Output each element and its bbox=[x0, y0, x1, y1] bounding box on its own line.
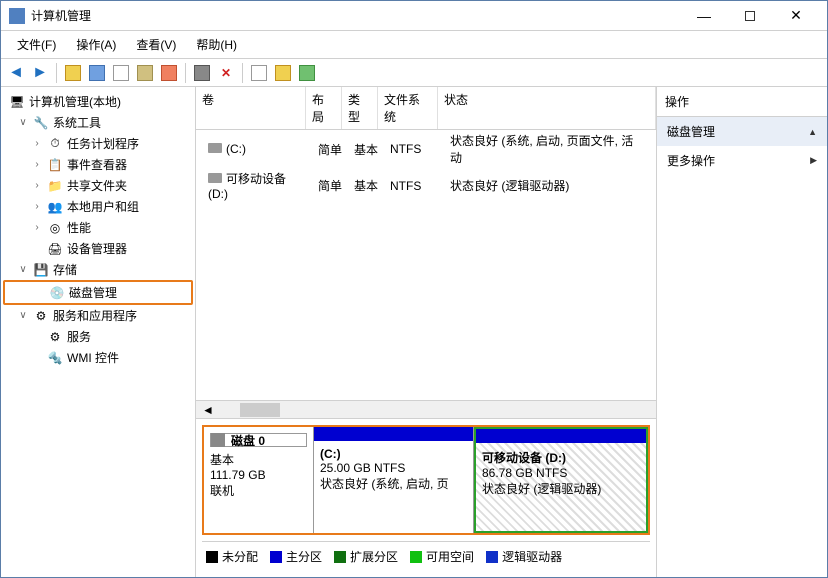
volume-list-spacer bbox=[196, 203, 656, 400]
disk-row: 磁盘 0 基本 111.79 GB 联机 (C:) 25.00 GB NTFS … bbox=[202, 425, 650, 535]
toolbar-icon-3[interactable] bbox=[110, 62, 132, 84]
legend-unallocated: 未分配 bbox=[206, 548, 258, 565]
legend-free: 可用空间 bbox=[410, 548, 474, 565]
minimize-button[interactable]: — bbox=[681, 2, 727, 30]
body: 🖥计算机管理(本地) ∨🔧系统工具 ›⏱任务计划程序 ›📋事件查看器 ›📁共享文… bbox=[1, 87, 827, 577]
wrench-icon: 🔧 bbox=[33, 115, 49, 131]
disk-icon bbox=[211, 433, 225, 447]
titlebar: 计算机管理 — ✕ bbox=[1, 1, 827, 31]
action-disk-management[interactable]: 磁盘管理 ▲ bbox=[657, 117, 827, 146]
toolbar-icon-2[interactable] bbox=[86, 62, 108, 84]
tree-disk-management[interactable]: 💿磁盘管理 bbox=[3, 280, 193, 305]
tree-event-viewer[interactable]: ›📋事件查看器 bbox=[3, 154, 193, 175]
menu-view[interactable]: 查看(V) bbox=[126, 33, 186, 56]
col-status[interactable]: 状态 bbox=[438, 87, 656, 129]
drive-icon bbox=[208, 173, 222, 183]
device-icon: 🖨 bbox=[47, 241, 63, 257]
col-filesystem[interactable]: 文件系统 bbox=[378, 87, 438, 129]
toolbar-icon-5[interactable] bbox=[158, 62, 180, 84]
partition-header-bar bbox=[314, 427, 473, 441]
menu-help[interactable]: 帮助(H) bbox=[186, 33, 247, 56]
toolbar: ◄ ► ✕ bbox=[1, 59, 827, 87]
tree-panel: 🖥计算机管理(本地) ∨🔧系统工具 ›⏱任务计划程序 ›📋事件查看器 ›📁共享文… bbox=[1, 87, 196, 577]
disk-graphic-panel: 磁盘 0 基本 111.79 GB 联机 (C:) 25.00 GB NTFS … bbox=[196, 418, 656, 577]
clock-icon: ⏱ bbox=[47, 136, 63, 152]
toolbar-icon-4[interactable] bbox=[134, 62, 156, 84]
menu-action[interactable]: 操作(A) bbox=[66, 33, 126, 56]
disk-icon: 💿 bbox=[49, 285, 65, 301]
toolbar-icon-6[interactable] bbox=[191, 62, 213, 84]
volume-row[interactable]: (C:) 简单 基本 NTFS 状态良好 (系统, 启动, 页面文件, 活动 bbox=[196, 130, 656, 168]
computer-icon: 🖥 bbox=[9, 94, 25, 110]
tree-services[interactable]: ⚙服务 bbox=[3, 326, 193, 347]
toolbar-icon-1[interactable] bbox=[62, 62, 84, 84]
volume-list: (C:) 简单 基本 NTFS 状态良好 (系统, 启动, 页面文件, 活动 可… bbox=[196, 130, 656, 203]
menubar: 文件(F) 操作(A) 查看(V) 帮助(H) bbox=[1, 31, 827, 59]
col-layout[interactable]: 布局 bbox=[306, 87, 342, 129]
partition-d[interactable]: 可移动设备 (D:) 86.78 GB NTFS 状态良好 (逻辑驱动器) bbox=[474, 427, 648, 533]
maximize-button[interactable] bbox=[727, 2, 773, 30]
close-button[interactable]: ✕ bbox=[773, 2, 819, 30]
horizontal-scrollbar[interactable]: ◄ bbox=[196, 400, 656, 418]
users-icon: 👥 bbox=[47, 199, 63, 215]
col-volume[interactable]: 卷 bbox=[196, 87, 306, 129]
legend-primary: 主分区 bbox=[270, 548, 322, 565]
back-button[interactable]: ◄ bbox=[5, 62, 27, 84]
expander-icon[interactable]: › bbox=[31, 222, 43, 233]
toolbar-icon-9[interactable] bbox=[296, 62, 318, 84]
tree-device-manager[interactable]: 🖨设备管理器 bbox=[3, 238, 193, 259]
app-window: 计算机管理 — ✕ 文件(F) 操作(A) 查看(V) 帮助(H) ◄ ► ✕ … bbox=[0, 0, 828, 578]
legend-extended: 扩展分区 bbox=[334, 548, 398, 565]
menu-file[interactable]: 文件(F) bbox=[7, 33, 66, 56]
actions-panel: 操作 磁盘管理 ▲ 更多操作 ▶ bbox=[657, 87, 827, 577]
tree-shared-folders[interactable]: ›📁共享文件夹 bbox=[3, 175, 193, 196]
toolbar-icon-7[interactable] bbox=[248, 62, 270, 84]
action-more[interactable]: 更多操作 ▶ bbox=[657, 146, 827, 175]
folder-icon: 📁 bbox=[47, 178, 63, 194]
disk-info[interactable]: 磁盘 0 基本 111.79 GB 联机 bbox=[204, 427, 314, 533]
tree-storage[interactable]: ∨💾存储 bbox=[3, 259, 193, 280]
tree-services-apps[interactable]: ∨⚙服务和应用程序 bbox=[3, 305, 193, 326]
expander-icon[interactable]: › bbox=[31, 159, 43, 170]
expander-icon[interactable]: › bbox=[31, 180, 43, 191]
col-type[interactable]: 类型 bbox=[342, 87, 378, 129]
expander-icon[interactable]: › bbox=[31, 201, 43, 212]
legend: 未分配 主分区 扩展分区 可用空间 逻辑驱动器 bbox=[202, 541, 650, 571]
legend-logical: 逻辑驱动器 bbox=[486, 548, 562, 565]
expander-icon[interactable]: ∨ bbox=[17, 264, 29, 275]
expander-icon[interactable]: › bbox=[31, 138, 43, 149]
volume-list-header: 卷 布局 类型 文件系统 状态 bbox=[196, 87, 656, 130]
toolbar-icon-8[interactable] bbox=[272, 62, 294, 84]
tree-system-tools[interactable]: ∨🔧系统工具 bbox=[3, 112, 193, 133]
services-icon: ⚙ bbox=[33, 308, 49, 324]
tree-local-users[interactable]: ›👥本地用户和组 bbox=[3, 196, 193, 217]
expander-icon[interactable]: ∨ bbox=[17, 117, 29, 128]
wmi-icon: 🔩 bbox=[47, 350, 63, 366]
title-text: 计算机管理 bbox=[31, 7, 681, 24]
collapse-icon: ▲ bbox=[808, 127, 817, 137]
partition-header-bar bbox=[476, 429, 646, 443]
tree-root[interactable]: 🖥计算机管理(本地) bbox=[3, 91, 193, 112]
expander-icon[interactable]: ∨ bbox=[17, 310, 29, 321]
gear-icon: ⚙ bbox=[47, 329, 63, 345]
app-icon bbox=[9, 8, 25, 24]
tree-performance[interactable]: ›◎性能 bbox=[3, 217, 193, 238]
toolbar-delete-icon[interactable]: ✕ bbox=[215, 62, 237, 84]
center-panel: 卷 布局 类型 文件系统 状态 (C:) 简单 基本 NTFS 状态良好 (系统… bbox=[196, 87, 657, 577]
volume-row[interactable]: 可移动设备 (D:) 简单 基本 NTFS 状态良好 (逻辑驱动器) bbox=[196, 168, 656, 203]
submenu-icon: ▶ bbox=[810, 155, 817, 166]
event-icon: 📋 bbox=[47, 157, 63, 173]
forward-button[interactable]: ► bbox=[29, 62, 51, 84]
storage-icon: 💾 bbox=[33, 262, 49, 278]
actions-header: 操作 bbox=[657, 87, 827, 117]
partition-c[interactable]: (C:) 25.00 GB NTFS 状态良好 (系统, 启动, 页 bbox=[314, 427, 474, 533]
drive-icon bbox=[208, 143, 222, 153]
tree-task-scheduler[interactable]: ›⏱任务计划程序 bbox=[3, 133, 193, 154]
tree-wmi[interactable]: 🔩WMI 控件 bbox=[3, 347, 193, 368]
perf-icon: ◎ bbox=[47, 220, 63, 236]
